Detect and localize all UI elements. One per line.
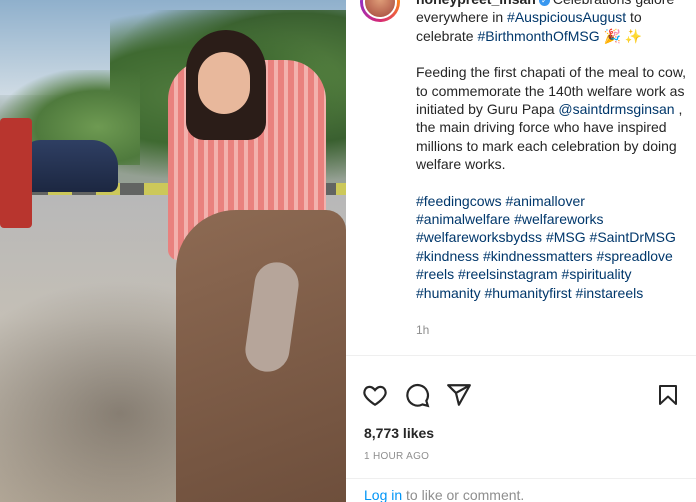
caption: honeypreet_insan✓Celebrations galore eve… bbox=[416, 0, 692, 302]
post-media[interactable] bbox=[0, 0, 346, 502]
login-link[interactable]: Log in bbox=[364, 487, 402, 502]
divider bbox=[346, 478, 696, 479]
hashtag[interactable]: #kindnessmatters bbox=[483, 248, 593, 264]
divider bbox=[346, 355, 696, 356]
hashtag[interactable]: #kindness bbox=[416, 248, 479, 264]
login-prompt: Log in to like or comment. bbox=[364, 487, 524, 502]
post-panel: honeypreet_insan✓Celebrations galore eve… bbox=[346, 0, 696, 502]
hashtag[interactable]: #feedingcows bbox=[416, 193, 502, 209]
person-face bbox=[198, 52, 250, 114]
hashtag[interactable]: #spreadlove bbox=[597, 248, 673, 264]
send-icon[interactable] bbox=[446, 382, 472, 408]
login-prompt-text: to like or comment. bbox=[402, 487, 525, 502]
scooter bbox=[0, 118, 32, 228]
hashtag[interactable]: #reels bbox=[416, 266, 454, 282]
hashtag-list: #feedingcows #animallover #animalwelfare… bbox=[416, 192, 692, 302]
username[interactable]: honeypreet_insan bbox=[416, 0, 536, 7]
hashtag[interactable]: #SaintDrMSG bbox=[590, 229, 676, 245]
mention-saintdrmsginsan[interactable]: @saintdrmsginsan bbox=[558, 101, 674, 117]
hashtag[interactable]: #humanityfirst bbox=[484, 285, 571, 301]
post-timestamp[interactable]: 1 HOUR AGO bbox=[364, 451, 429, 462]
hashtag[interactable]: #animallover bbox=[506, 193, 585, 209]
like-count[interactable]: 8,773 likes bbox=[364, 425, 434, 441]
hashtag-auspiciousaugust[interactable]: #AuspiciousAugust bbox=[507, 9, 626, 25]
avatar[interactable] bbox=[360, 0, 400, 22]
hashtag-birthmonthofmsg[interactable]: #BirthmonthOfMSG bbox=[477, 28, 599, 44]
comment-icon[interactable] bbox=[404, 382, 430, 408]
hashtag[interactable]: #instareels bbox=[576, 285, 644, 301]
verified-icon: ✓ bbox=[538, 0, 550, 6]
caption-emoji: 🎉 ✨ bbox=[599, 27, 643, 44]
hashtag[interactable]: #humanity bbox=[416, 285, 481, 301]
hashtag[interactable]: #reelsinstagram bbox=[458, 266, 558, 282]
hashtag[interactable]: #MSG bbox=[546, 229, 586, 245]
action-bar bbox=[362, 382, 682, 410]
hashtag[interactable]: #animalwelfare bbox=[416, 211, 510, 227]
hashtag[interactable]: #welfareworks bbox=[514, 211, 603, 227]
heart-icon[interactable] bbox=[362, 382, 388, 408]
comment-time[interactable]: 1h bbox=[416, 323, 429, 337]
car bbox=[22, 140, 118, 192]
bookmark-icon[interactable] bbox=[656, 382, 680, 408]
hashtag[interactable]: #spirituality bbox=[562, 266, 632, 282]
hashtag[interactable]: #welfareworksbydss bbox=[416, 229, 542, 245]
